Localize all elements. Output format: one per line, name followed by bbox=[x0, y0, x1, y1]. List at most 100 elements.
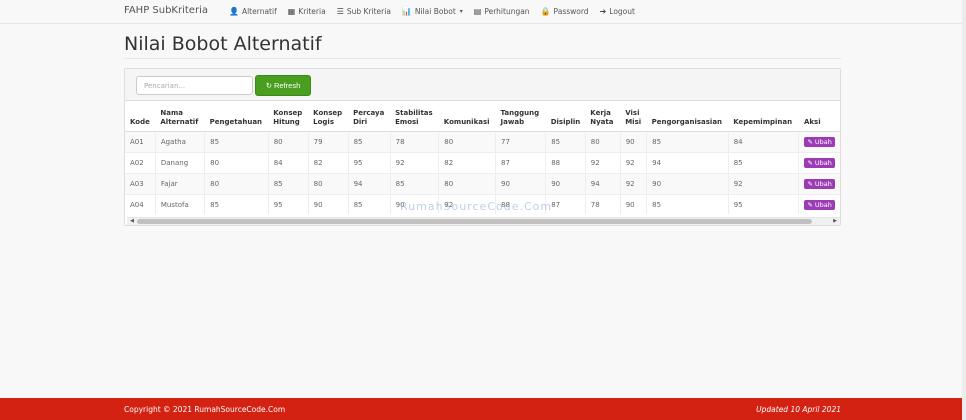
table-row: A03 Fajar 80 85 80 94 85 80 90 90 94 92 … bbox=[125, 172, 840, 194]
cell: 85 bbox=[389, 172, 439, 194]
nav-label: Kriteria bbox=[298, 7, 326, 16]
nav-label: Sub Kriteria bbox=[346, 7, 391, 16]
logout-icon: ➔ bbox=[599, 7, 607, 16]
cell: A04 bbox=[125, 193, 156, 214]
cell: 94 bbox=[347, 172, 391, 194]
scroll-right-icon[interactable]: ▶ bbox=[830, 218, 840, 225]
list-icon: ☰ bbox=[336, 7, 344, 16]
col-header: Kerja Nyata bbox=[585, 101, 621, 132]
cell: 80 bbox=[204, 172, 269, 194]
nav-label: Logout bbox=[609, 7, 635, 16]
edit-button[interactable]: ✎ Ubah bbox=[804, 136, 835, 147]
cell: 92 bbox=[619, 151, 647, 173]
col-header: Komunikasi bbox=[438, 101, 496, 132]
cell: 85 bbox=[204, 193, 269, 214]
col-header: Kepemimpinan bbox=[728, 101, 799, 132]
cell: 90 bbox=[495, 172, 546, 194]
cell: 80 bbox=[307, 172, 349, 194]
cell: 90 bbox=[646, 172, 729, 194]
cell: A02 bbox=[125, 151, 156, 173]
nilai-bobot-table: Kode Nama Alternatif Pengetahuan Konsep … bbox=[125, 101, 840, 214]
cell: 92 bbox=[619, 172, 647, 194]
cell: 88 bbox=[545, 151, 586, 173]
col-header: Disiplin bbox=[545, 101, 586, 132]
cell: 80 bbox=[438, 130, 496, 152]
cell: 92 bbox=[389, 151, 439, 173]
cell: 87 bbox=[495, 151, 546, 173]
cell: A01 bbox=[125, 130, 156, 152]
chevron-down-icon: ▾ bbox=[459, 8, 463, 15]
scrollbar-thumb[interactable] bbox=[137, 219, 812, 224]
nav-menu: 👤 Alternatif ▦ Kriteria ☰ Sub Kriteria 📊… bbox=[229, 7, 635, 16]
edit-button[interactable]: ✎ Ubah bbox=[804, 178, 835, 189]
table-container: Kode Nama Alternatif Pengetahuan Konsep … bbox=[125, 101, 840, 214]
cell: 90 bbox=[545, 172, 586, 194]
col-header: Visi Misi bbox=[620, 101, 647, 132]
nav-kriteria[interactable]: ▦ Kriteria bbox=[288, 7, 326, 16]
cell: 90 bbox=[307, 193, 349, 214]
cell: 85 bbox=[267, 172, 309, 194]
user-icon: 👤 bbox=[229, 7, 239, 16]
nav-label: Perhitungan bbox=[484, 7, 530, 16]
cell: 85 bbox=[646, 193, 729, 214]
nav-nilai-bobot[interactable]: 📊 Nilai Bobot ▾ bbox=[402, 7, 463, 16]
cell: 95 bbox=[727, 193, 799, 214]
cell: Danang bbox=[154, 151, 205, 173]
edit-label: Ubah bbox=[814, 179, 832, 188]
nav-label: Password bbox=[553, 7, 589, 16]
nav-label: Alternatif bbox=[241, 7, 277, 16]
col-header: Aksi bbox=[798, 101, 840, 132]
bar-chart-icon: 📊 bbox=[401, 7, 412, 16]
cell: 85 bbox=[646, 130, 729, 152]
scroll-left-icon[interactable]: ◀ bbox=[127, 218, 137, 225]
edit-icon: ✎ bbox=[807, 179, 813, 188]
edit-icon: ✎ bbox=[807, 200, 813, 209]
top-navbar: FAHP SubKriteria 👤 Alternatif ▦ Kriteria… bbox=[0, 0, 966, 24]
cell: 85 bbox=[545, 130, 586, 152]
brand-link[interactable]: FAHP SubKriteria bbox=[124, 5, 208, 16]
nav-label: Nilai Bobot bbox=[414, 7, 456, 16]
table-header-row: Kode Nama Alternatif Pengetahuan Konsep … bbox=[125, 101, 840, 132]
col-header: Konsep Logis bbox=[308, 101, 349, 132]
nav-sub-kriteria[interactable]: ☰ Sub Kriteria bbox=[337, 7, 391, 16]
edit-button[interactable]: ✎ Ubah bbox=[804, 199, 835, 210]
cell: 85 bbox=[347, 193, 391, 214]
cell: 92 bbox=[584, 151, 621, 173]
nav-alternatif[interactable]: 👤 Alternatif bbox=[229, 7, 277, 16]
nav-password[interactable]: 🔒 Password bbox=[541, 7, 589, 16]
cell: 84 bbox=[727, 130, 799, 152]
cell: 84 bbox=[267, 151, 309, 173]
cell: Agatha bbox=[154, 130, 205, 152]
action-cell: ✎ Ubah bbox=[798, 130, 840, 152]
nav-logout[interactable]: ➔ Logout bbox=[600, 7, 635, 16]
watermark: RumahSourceCode.Com bbox=[400, 200, 553, 213]
edit-button[interactable]: ✎ Ubah bbox=[804, 157, 835, 168]
cell: 77 bbox=[495, 130, 546, 152]
refresh-label: Refresh bbox=[274, 81, 301, 90]
refresh-icon: ↻ bbox=[265, 81, 273, 90]
window-edge bbox=[962, 0, 966, 420]
horizontal-scrollbar[interactable]: ◀ ▶ bbox=[127, 217, 840, 225]
updated-text: Updated 10 April 2021 bbox=[756, 405, 841, 414]
table-row: A02 Danang 80 84 82 95 92 82 87 88 92 92… bbox=[125, 151, 840, 173]
cell: 85 bbox=[204, 130, 269, 152]
lock-icon: 🔒 bbox=[540, 7, 551, 16]
cell: 95 bbox=[267, 193, 309, 214]
col-header: Konsep Hitung bbox=[268, 101, 309, 132]
title-divider bbox=[124, 58, 841, 59]
cell: 80 bbox=[267, 130, 309, 152]
edit-icon: ✎ bbox=[807, 158, 813, 167]
cell: 85 bbox=[347, 130, 391, 152]
footer: Copyright © 2021 RumahSourceCode.Com Upd… bbox=[0, 398, 966, 420]
cell: 78 bbox=[584, 193, 621, 214]
refresh-button[interactable]: ↻ Refresh bbox=[255, 75, 311, 96]
edit-label: Ubah bbox=[814, 200, 832, 209]
cell: Fajar bbox=[154, 172, 205, 194]
table-toolbar: ↻ Refresh bbox=[125, 69, 840, 101]
search-input[interactable] bbox=[136, 76, 253, 95]
cell: 94 bbox=[584, 172, 621, 194]
cell: 80 bbox=[204, 151, 269, 173]
cell: A03 bbox=[125, 172, 156, 194]
nav-perhitungan[interactable]: ▤ Perhitungan bbox=[474, 7, 530, 16]
col-header: Percaya Diri bbox=[348, 101, 391, 132]
